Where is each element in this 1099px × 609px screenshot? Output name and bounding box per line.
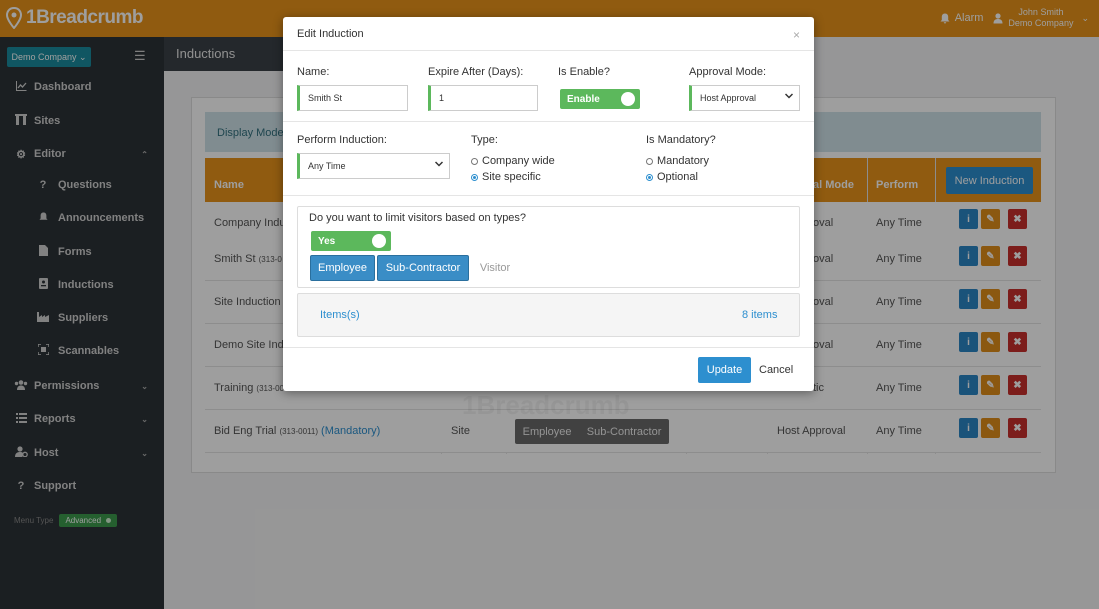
- perform-induction-label: Perform Induction:: [297, 134, 387, 146]
- radio-circle: [471, 157, 478, 165]
- expire-label: Expire After (Days):: [428, 66, 524, 78]
- approval-mode-select[interactable]: Host Approval: [689, 85, 800, 111]
- visitor-limit-panel: Do you want to limit visitors based on t…: [297, 206, 800, 288]
- enable-toggle[interactable]: Enable: [560, 89, 640, 109]
- approval-mode-label: Approval Mode:: [689, 66, 767, 78]
- modal-title: Edit Induction: [297, 28, 364, 40]
- items-label[interactable]: Items(s): [320, 309, 360, 321]
- radio-company-wide[interactable]: Company wide: [471, 155, 555, 167]
- limit-visitors-question: Do you want to limit visitors based on t…: [309, 212, 527, 224]
- update-button[interactable]: Update: [698, 357, 751, 383]
- visitor-type-sub-contractor[interactable]: Sub-Contractor: [377, 255, 469, 281]
- name-label: Name:: [297, 66, 330, 78]
- radio-optional[interactable]: Optional: [646, 171, 698, 183]
- close-icon[interactable]: ×: [793, 28, 800, 42]
- items-count: 8 items: [742, 309, 778, 321]
- divider: [283, 50, 814, 51]
- type-label: Type:: [471, 134, 498, 146]
- mandatory-label: Is Mandatory?: [646, 134, 716, 146]
- toggle-knob: [621, 92, 635, 106]
- name-input[interactable]: Smith St: [297, 85, 408, 111]
- edit-induction-modal: Edit Induction × Name: Smith St Expire A…: [283, 17, 814, 391]
- radio-circle: [646, 157, 653, 165]
- visitor-type-employee[interactable]: Employee: [310, 255, 375, 281]
- radio-mandatory[interactable]: Mandatory: [646, 155, 709, 167]
- radio-site-specific[interactable]: Site specific: [471, 171, 541, 183]
- toggle-knob: [372, 234, 386, 248]
- divider: [283, 195, 814, 196]
- divider: [283, 347, 814, 348]
- expire-days-input[interactable]: 1: [428, 85, 538, 111]
- enable-label: Is Enable?: [558, 66, 610, 78]
- cancel-button[interactable]: Cancel: [759, 364, 793, 376]
- visitor-type-visitor[interactable]: Visitor: [471, 255, 519, 281]
- divider: [283, 121, 814, 122]
- radio-circle: [646, 173, 653, 181]
- limit-visitors-toggle[interactable]: Yes: [311, 231, 391, 251]
- radio-circle: [471, 173, 478, 181]
- perform-induction-select[interactable]: Any Time: [297, 153, 450, 179]
- chevron-down-icon: [785, 93, 793, 99]
- chevron-down-icon: [435, 161, 443, 167]
- items-panel[interactable]: Items(s) 8 items: [297, 293, 800, 337]
